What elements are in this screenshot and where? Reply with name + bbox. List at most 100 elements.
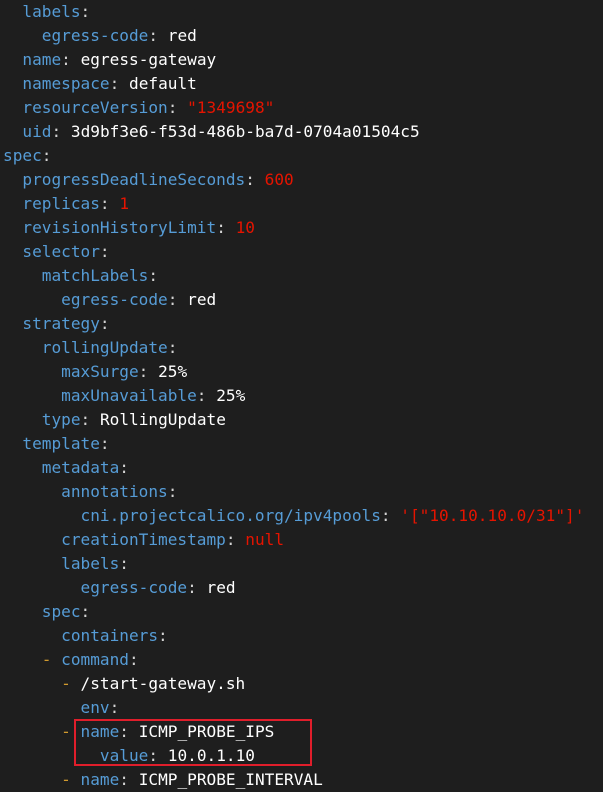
yaml-colon: : <box>51 122 62 141</box>
yaml-colon: : <box>61 50 71 69</box>
code-line[interactable]: creationTimestamp: null <box>3 528 284 552</box>
code-line[interactable]: strategy: <box>3 312 110 336</box>
code-line[interactable]: spec: <box>3 144 51 168</box>
yaml-colon: : <box>167 290 178 309</box>
code-line[interactable]: type: RollingUpdate <box>3 408 226 432</box>
yaml-key: rollingUpdate <box>41 338 168 357</box>
yaml-value: /start-gateway.sh <box>80 674 246 693</box>
code-line[interactable]: value: 10.0.1.10 <box>3 744 255 768</box>
yaml-key: egress-code <box>80 578 188 597</box>
yaml-colon: : <box>99 314 110 333</box>
yaml-value: "1349698" <box>187 98 275 117</box>
yaml-key: containers <box>61 626 159 645</box>
code-line[interactable]: maxUnavailable: 25% <box>3 384 245 408</box>
code-line[interactable]: containers: <box>3 624 168 648</box>
code-line[interactable]: - name: ICMP_PROBE_IPS <box>3 720 274 744</box>
code-line[interactable]: template: <box>3 432 110 456</box>
yaml-colon: : <box>119 458 129 477</box>
yaml-colon: : <box>216 218 226 237</box>
yaml-value: 25% <box>158 362 188 381</box>
yaml-colon: : <box>128 650 139 669</box>
code-line[interactable]: env: <box>3 696 120 720</box>
yaml-key: type <box>41 410 81 429</box>
code-line[interactable]: labels: <box>3 0 90 24</box>
yaml-key: matchLabels <box>41 266 149 285</box>
yaml-colon: : <box>148 26 159 45</box>
yaml-value: RollingUpdate <box>99 410 226 429</box>
yaml-colon: : <box>148 746 159 765</box>
yaml-key: name <box>80 770 120 789</box>
code-line[interactable]: uid: 3d9bf3e6-f53d-486b-ba7d-0704a01504c… <box>3 120 420 144</box>
code-line[interactable]: cni.projectcalico.org/ipv4pools: '["10.1… <box>3 504 585 528</box>
yaml-value: null <box>245 530 285 549</box>
yaml-colon: : <box>119 554 129 573</box>
yaml-colon: : <box>167 98 178 117</box>
code-line[interactable]: resourceVersion: "1349698" <box>3 96 274 120</box>
code-line[interactable]: revisionHistoryLimit: 10 <box>3 216 255 240</box>
yaml-colon: : <box>119 770 129 789</box>
yaml-value: 1 <box>119 194 130 213</box>
code-line[interactable]: labels: <box>3 552 129 576</box>
yaml-value: '["10.10.10.0/31"]' <box>400 506 585 525</box>
code-line[interactable]: metadata: <box>3 456 129 480</box>
yaml-value: default <box>129 74 197 93</box>
yaml-value: 25% <box>216 386 246 405</box>
yaml-colon: : <box>99 194 110 213</box>
yaml-colon: : <box>148 266 159 285</box>
yaml-value: 600 <box>264 170 294 189</box>
yaml-colon: : <box>80 2 91 21</box>
code-line[interactable]: egress-code: red <box>3 288 216 312</box>
yaml-key: replicas <box>22 194 100 213</box>
yaml-colon: : <box>99 434 110 453</box>
yaml-colon: : <box>41 146 52 165</box>
yaml-key: egress-code <box>41 26 149 45</box>
code-line[interactable]: namespace: default <box>3 72 197 96</box>
yaml-key: spec <box>3 146 42 165</box>
code-line[interactable]: replicas: 1 <box>3 192 129 216</box>
code-line[interactable]: egress-code: red <box>3 24 197 48</box>
code-line[interactable]: selector: <box>3 240 110 264</box>
yaml-value: 10.0.1.10 <box>167 746 255 765</box>
yaml-key: name <box>22 50 62 69</box>
code-line[interactable]: - name: ICMP_PROBE_INTERVAL <box>3 768 323 792</box>
yaml-value: egress-gateway <box>80 50 217 69</box>
list-dash: - <box>61 674 81 693</box>
yaml-colon: : <box>158 626 168 645</box>
code-line[interactable]: spec: <box>3 600 90 624</box>
yaml-code-editor[interactable]: labels: egress-code: red name: egress-ga… <box>0 0 603 792</box>
yaml-key: name <box>80 722 120 741</box>
yaml-colon: : <box>99 242 110 261</box>
yaml-key: uid <box>22 122 52 141</box>
yaml-value: red <box>167 26 197 45</box>
code-line[interactable]: name: egress-gateway <box>3 48 216 72</box>
yaml-key: metadata <box>41 458 120 477</box>
yaml-colon: : <box>380 506 391 525</box>
yaml-key: resourceVersion <box>22 98 168 117</box>
code-line[interactable]: annotations: <box>3 480 177 504</box>
yaml-colon: : <box>109 74 120 93</box>
yaml-colon: : <box>167 338 178 357</box>
yaml-colon: : <box>167 482 178 501</box>
yaml-value: red <box>187 290 217 309</box>
yaml-key: cni.projectcalico.org/ipv4pools <box>80 506 381 525</box>
yaml-key: creationTimestamp <box>61 530 226 549</box>
code-line[interactable]: progressDeadlineSeconds: 600 <box>3 168 294 192</box>
yaml-key: labels <box>61 554 120 573</box>
yaml-key: env <box>80 698 110 717</box>
yaml-value: 3d9bf3e6-f53d-486b-ba7d-0704a01504c5 <box>70 122 420 141</box>
yaml-key: value <box>99 746 149 765</box>
yaml-key: revisionHistoryLimit <box>22 218 217 237</box>
yaml-colon: : <box>109 698 120 717</box>
code-line[interactable]: matchLabels: <box>3 264 158 288</box>
yaml-value: 10 <box>235 218 255 237</box>
code-line[interactable]: maxSurge: 25% <box>3 360 187 384</box>
yaml-key: maxSurge <box>61 362 139 381</box>
yaml-key: spec <box>41 602 81 621</box>
code-line[interactable]: - /start-gateway.sh <box>3 672 245 696</box>
code-line[interactable]: - command: <box>3 648 139 672</box>
code-line[interactable]: rollingUpdate: <box>3 336 178 360</box>
list-dash: - <box>61 722 81 741</box>
yaml-key: selector <box>22 242 100 261</box>
yaml-key: progressDeadlineSeconds <box>22 170 246 189</box>
code-line[interactable]: egress-code: red <box>3 576 236 600</box>
